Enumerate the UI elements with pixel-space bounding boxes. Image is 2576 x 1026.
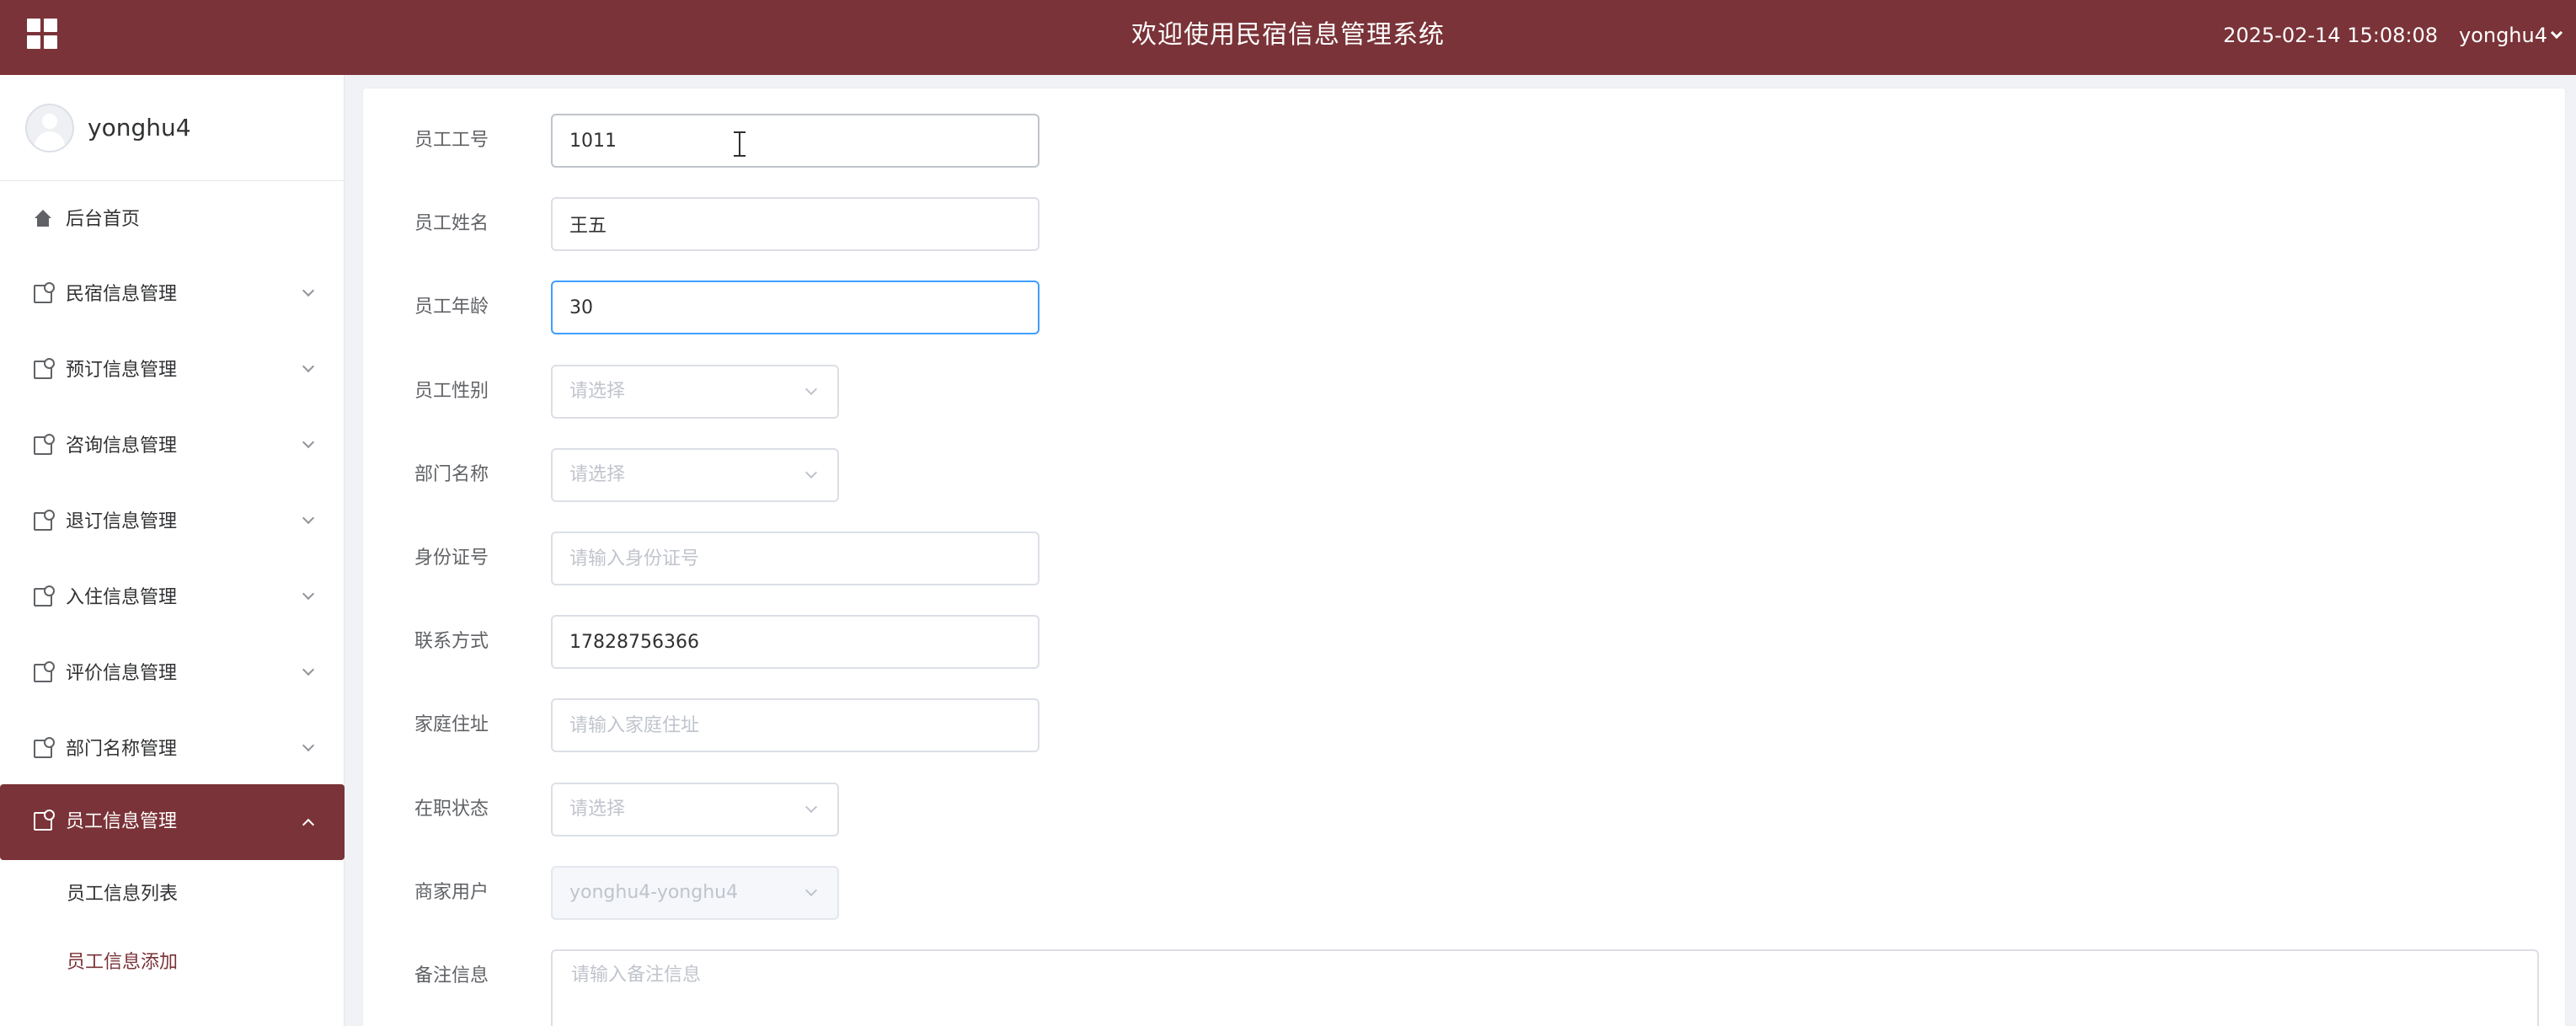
sidebar-subitem-employee-list[interactable]: 员工信息列表: [0, 861, 345, 928]
top-header: 欢迎使用民宿信息管理系统 2025-02-14 15:08:08 yonghu4: [0, 0, 2576, 75]
address-input[interactable]: [551, 698, 1039, 752]
employee-age-label: 员工年龄: [414, 297, 489, 318]
employee-gender-label: 员工性别: [414, 381, 489, 402]
document-icon: [34, 434, 55, 455]
sidebar: yonghu4 后台首页 民宿信息管理 预订信息管理 咨询信息管理 退订信息管理…: [0, 75, 345, 1026]
chevron-down-icon: [302, 284, 315, 297]
profile-name: yonghu4: [88, 114, 191, 142]
employment-status-select[interactable]: 请选择: [551, 783, 839, 836]
header-datetime: 2025-02-14 15:08:08: [2223, 24, 2438, 47]
chevron-down-icon: [302, 739, 315, 752]
select-placeholder: 请选择: [569, 464, 626, 485]
document-icon: [34, 282, 55, 303]
sidebar-item-label: 评价信息管理: [66, 663, 178, 684]
employee-no-label: 员工工号: [414, 130, 489, 151]
sidebar-item-label: 民宿信息管理: [66, 284, 178, 305]
chevron-down-icon: [302, 436, 315, 449]
select-value: yonghu4-yonghu4: [569, 882, 739, 903]
sidebar-item-label: 入住信息管理: [66, 587, 178, 608]
avatar: [25, 104, 74, 152]
id-number-input[interactable]: [551, 532, 1039, 585]
sidebar-item-inquiry[interactable]: 咨询信息管理: [0, 409, 345, 484]
employment-status-label: 在职状态: [414, 799, 489, 820]
app-grid-icon[interactable]: [27, 19, 57, 49]
chevron-down-icon: [302, 587, 315, 601]
sidebar-item-department[interactable]: 部门名称管理: [0, 712, 345, 788]
document-icon: [34, 810, 55, 831]
document-icon: [34, 737, 55, 758]
chevron-down-icon: [804, 884, 818, 897]
chevron-down-icon: [302, 360, 315, 373]
sidebar-item-label: 退订信息管理: [66, 511, 178, 532]
document-icon: [34, 661, 55, 682]
select-placeholder: 请选择: [569, 381, 626, 402]
address-label: 家庭住址: [414, 714, 489, 735]
sidebar-item-checkin[interactable]: 入住信息管理: [0, 560, 345, 636]
remarks-label: 备注信息: [414, 965, 489, 986]
document-icon: [34, 358, 55, 379]
sidebar-item-label: 后台首页: [66, 209, 141, 230]
sidebar-item-cancellation[interactable]: 退订信息管理: [0, 484, 345, 560]
sidebar-item-review[interactable]: 评价信息管理: [0, 636, 345, 712]
sidebar-item-homestay[interactable]: 民宿信息管理: [0, 257, 345, 333]
select-placeholder: 请选择: [569, 799, 626, 820]
chevron-down-icon: [302, 511, 315, 525]
user-dropdown[interactable]: yonghu4: [2458, 0, 2563, 75]
merchant-user-select: yonghu4-yonghu4: [551, 866, 839, 920]
sidebar-subitem-employee-add[interactable]: 员工信息添加: [0, 929, 345, 997]
sidebar-item-label: 咨询信息管理: [66, 436, 178, 457]
remarks-textarea[interactable]: [551, 949, 2539, 1026]
document-icon: [34, 585, 55, 607]
department-select[interactable]: 请选择: [551, 448, 839, 502]
merchant-user-label: 商家用户: [414, 882, 489, 903]
sidebar-subitem-label: 员工信息添加: [67, 952, 179, 973]
id-number-label: 身份证号: [414, 548, 489, 569]
employee-name-label: 员工姓名: [414, 213, 489, 234]
home-icon: [34, 210, 52, 228]
department-label: 部门名称: [414, 464, 489, 485]
chevron-down-icon: [804, 800, 818, 814]
employee-age-input[interactable]: [551, 281, 1039, 334]
chevron-up-icon: [302, 818, 315, 831]
chevron-down-icon: [302, 663, 315, 676]
sidebar-item-label: 部门名称管理: [66, 739, 178, 760]
employee-no-input[interactable]: [551, 114, 1039, 168]
employee-name-input[interactable]: [551, 197, 1039, 251]
sidebar-item-label: 预订信息管理: [66, 360, 178, 381]
page-title: 欢迎使用民宿信息管理系统: [1131, 20, 1445, 50]
contact-label: 联系方式: [414, 631, 489, 652]
sidebar-item-home[interactable]: 后台首页: [0, 182, 345, 258]
contact-input[interactable]: [551, 615, 1039, 669]
employee-gender-select[interactable]: 请选择: [551, 365, 839, 419]
sidebar-item-employee[interactable]: 员工信息管理: [0, 784, 345, 860]
username-label: yonghu4: [2458, 24, 2547, 47]
sidebar-item-label: 员工信息管理: [66, 811, 178, 832]
document-icon: [34, 510, 55, 531]
sidebar-subitem-label: 员工信息列表: [67, 884, 179, 905]
user-profile: yonghu4: [0, 75, 344, 181]
chevron-down-icon: [2550, 26, 2563, 40]
chevron-down-icon: [804, 382, 818, 396]
chevron-down-icon: [804, 466, 818, 479]
sidebar-item-booking[interactable]: 预订信息管理: [0, 333, 345, 409]
